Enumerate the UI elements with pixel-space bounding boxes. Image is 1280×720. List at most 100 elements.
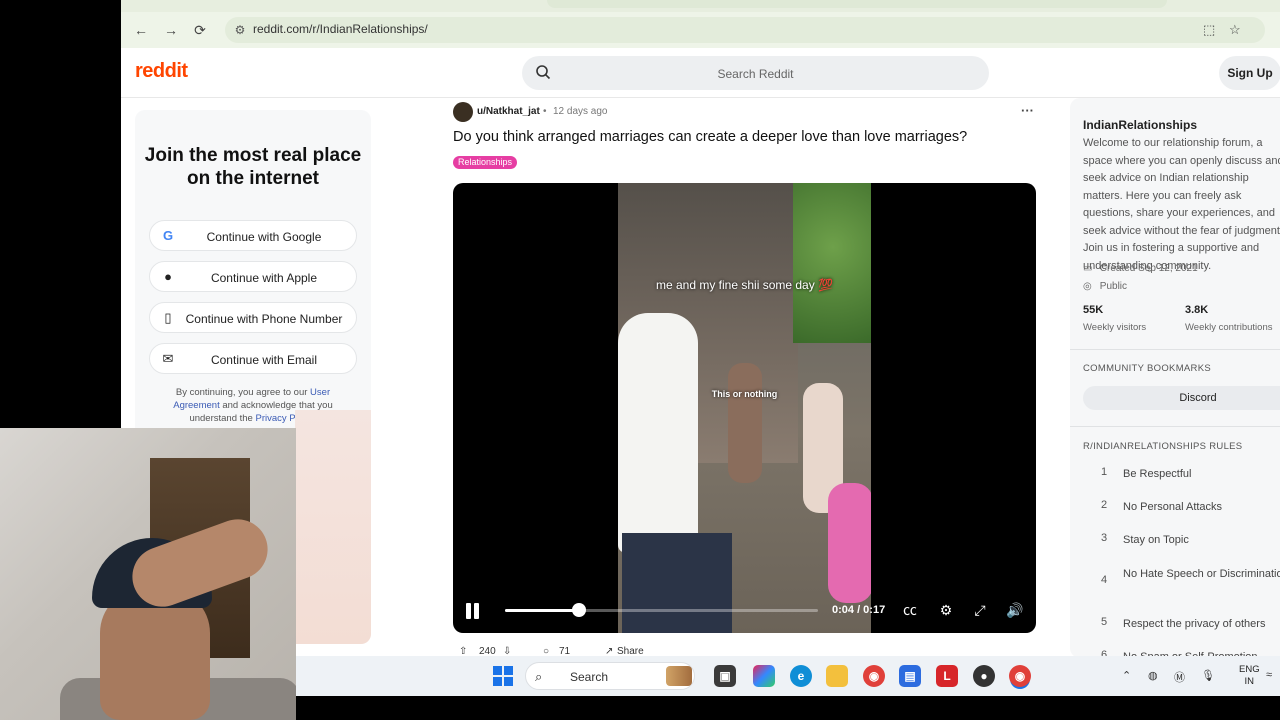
- signup-button[interactable]: Sign Up: [1219, 56, 1280, 90]
- legal-prefix: By continuing, you agree to our: [175, 387, 311, 398]
- divider: [1070, 426, 1280, 427]
- weekly-visitors-label: Weekly visitors: [1083, 322, 1147, 333]
- video-caption-mid: This or nothing: [711, 389, 778, 399]
- continue-apple-button[interactable]: ● Continue with Apple: [149, 261, 357, 292]
- search-highlight-art: [666, 666, 692, 686]
- chrome-active-icon[interactable]: ◉: [1009, 665, 1031, 687]
- video-pink-dress: [828, 483, 871, 603]
- edge-icon[interactable]: e: [790, 665, 812, 687]
- more-options-icon[interactable]: ···: [1021, 103, 1034, 118]
- rule-text: No Personal Attacks: [1123, 501, 1223, 513]
- rule-number: 4: [1101, 574, 1108, 586]
- phone-icon: ▯: [164, 310, 172, 325]
- google-icon: G: [162, 228, 174, 243]
- post-age: 12 days ago: [553, 106, 608, 117]
- bookmarks-heading: COMMUNITY BOOKMARKS: [1083, 363, 1211, 374]
- pause-icon[interactable]: [465, 603, 481, 619]
- weekly-contrib-value: 3.8K: [1185, 304, 1209, 316]
- continue-email-button[interactable]: ✉ Continue with Email: [149, 343, 357, 374]
- reload-button[interactable]: ⟳: [190, 20, 210, 40]
- mascot-illustration: [295, 410, 371, 644]
- address-bar[interactable]: ⚙ reddit.com/r/IndianRelationships/ ⬚ ☆: [225, 17, 1265, 43]
- discord-bookmark-button[interactable]: Discord: [1083, 386, 1280, 410]
- post-flair[interactable]: Relationships: [453, 156, 518, 169]
- video-scrubber-handle[interactable]: [571, 603, 586, 617]
- bookmark-star-icon[interactable]: ☆: [1229, 22, 1241, 38]
- weekly-visitors-value: 55K: [1083, 304, 1104, 316]
- video-progress-bar[interactable]: [505, 603, 818, 617]
- apple-icon: ●: [164, 269, 172, 284]
- globe-icon: ◎: [1083, 281, 1092, 292]
- task-view-icon[interactable]: ▣: [714, 665, 736, 687]
- tray-m-icon[interactable]: Ⓜ: [1174, 669, 1185, 685]
- volume-icon[interactable]: 🔊: [1006, 601, 1024, 619]
- windows-taskbar: ⌕ Search ▣ e ◉ ▤ L ● ◉ ⌃ ◍ Ⓜ 🎙 ENG IN ≈: [296, 656, 1280, 696]
- start-button[interactable]: [493, 666, 513, 686]
- continue-email-label: Continue with Email: [210, 353, 318, 367]
- lang-line2: IN: [1244, 676, 1255, 687]
- browser-toolbar: ← → ⟳ ⚙ reddit.com/r/IndianRelationships…: [121, 12, 1280, 48]
- webcam-overlay: [0, 428, 296, 720]
- rule-text: Be Respectful: [1123, 468, 1192, 480]
- microphone-icon[interactable]: 🎙: [1201, 669, 1215, 682]
- settings-gear-icon[interactable]: ⚙: [937, 601, 955, 619]
- video-frame: me and my fine shii some day 💯 This or n…: [618, 183, 871, 633]
- tab-strip: [121, 0, 1280, 12]
- tray-app-icon[interactable]: ◍: [1148, 669, 1158, 682]
- tray-overflow-icon[interactable]: ⌃: [1122, 669, 1131, 682]
- created-text: Created Sep 12, 2021: [1099, 263, 1198, 274]
- search-input[interactable]: Search Reddit: [522, 56, 989, 90]
- join-title: Join the most real place on the internet: [144, 145, 362, 189]
- cake-icon: ▭: [1083, 263, 1093, 274]
- video-dancer: [618, 313, 698, 553]
- rule-number: 2: [1101, 499, 1108, 511]
- video-player[interactable]: me and my fine shii some day 💯 This or n…: [453, 183, 1036, 633]
- url-text[interactable]: reddit.com/r/IndianRelationships/: [253, 22, 428, 36]
- rules-heading: R/INDIANRELATIONSHIPS RULES: [1083, 441, 1243, 452]
- video-caption-top: me and my fine shii some day 💯: [655, 278, 833, 292]
- media-app-icon[interactable]: ●: [973, 665, 995, 687]
- wifi-icon[interactable]: ≈: [1266, 669, 1272, 681]
- rule-text: Respect the privacy of others: [1123, 618, 1266, 630]
- rule-text: No Hate Speech or Discrimination: [1123, 568, 1280, 580]
- install-app-icon[interactable]: ⬚: [1203, 22, 1215, 38]
- post-title[interactable]: Do you think arranged marriages can crea…: [453, 129, 967, 145]
- captions-icon[interactable]: ㏄: [901, 601, 919, 619]
- active-tab[interactable]: [547, 0, 1167, 8]
- weekly-contrib-label: Weekly contributions: [1185, 322, 1273, 333]
- site-info-icon[interactable]: ⚙: [231, 21, 249, 39]
- rule-text: Stay on Topic: [1123, 534, 1189, 546]
- continue-google-button[interactable]: G Continue with Google: [149, 220, 357, 251]
- reddit-header: reddit Search Reddit Sign Up: [121, 48, 1280, 98]
- continue-google-label: Continue with Google: [206, 230, 322, 244]
- author-name[interactable]: u/Natkhat_jat: [477, 106, 540, 117]
- continue-phone-button[interactable]: ▯ Continue with Phone Number: [149, 302, 357, 333]
- reddit-logo[interactable]: reddit: [135, 60, 188, 83]
- community-name[interactable]: IndianRelationships: [1083, 118, 1197, 132]
- fullscreen-icon[interactable]: ⤢: [971, 601, 989, 619]
- visibility: ◎ Public: [1083, 281, 1127, 292]
- chrome-icon[interactable]: ◉: [863, 665, 885, 687]
- rule-number: 3: [1101, 532, 1108, 544]
- back-button[interactable]: ←: [131, 20, 151, 40]
- video-time: 0:04 / 0:17: [832, 604, 886, 616]
- community-description: Welcome to our relationship forum, a spa…: [1083, 137, 1280, 272]
- taskbar-search[interactable]: ⌕ Search: [525, 662, 695, 690]
- post-card: u/Natkhat_jat • 12 days ago ··· Do you t…: [453, 98, 1036, 658]
- divider: [1070, 349, 1280, 350]
- lang-line1: ENG: [1239, 664, 1260, 675]
- video-kid: [728, 363, 762, 483]
- file-explorer-icon[interactable]: [826, 665, 848, 687]
- store-icon[interactable]: ▤: [899, 665, 921, 687]
- forward-button[interactable]: →: [161, 20, 181, 40]
- author-avatar[interactable]: [453, 102, 473, 122]
- bottom-black-bar: [296, 696, 1280, 720]
- app-l-icon[interactable]: L: [936, 665, 958, 687]
- search-icon: ⌕: [535, 669, 543, 684]
- created-date: ▭ Created Sep 12, 2021: [1083, 263, 1198, 274]
- community-sidebar: IndianRelationships Welcome to our relat…: [1070, 98, 1280, 658]
- email-icon: ✉: [162, 351, 174, 366]
- copilot-icon[interactable]: [753, 665, 775, 687]
- language-indicator[interactable]: ENG IN: [1239, 664, 1260, 688]
- video-controls: 0:04 / 0:17 ㏄ ⚙ ⤢ 🔊: [453, 595, 1036, 633]
